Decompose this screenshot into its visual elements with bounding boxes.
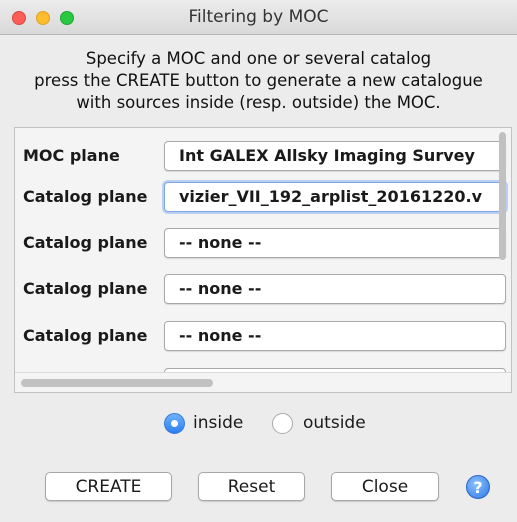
catalog-plane-label-1: Catalog plane: [23, 187, 148, 206]
outside-radio-label[interactable]: outside: [303, 413, 366, 433]
horizontal-scrollbar-thumb[interactable]: [21, 379, 213, 387]
reset-button[interactable]: Reset: [198, 472, 305, 501]
catalog-plane-value-1: vizier_VII_192_arplist_20161220.v: [179, 187, 482, 206]
instructions-line-1: Specify a MOC and one or several catalog: [85, 49, 432, 68]
outside-radio-button[interactable]: [272, 413, 293, 434]
catalog-plane-value-2: -- none --: [179, 233, 262, 252]
vertical-scrollbar[interactable]: [499, 132, 506, 260]
window-title: Filtering by MOC: [188, 7, 329, 27]
catalog-plane-label-4: Catalog plane: [23, 326, 148, 345]
catalog-plane-value-3: -- none --: [179, 279, 262, 298]
title-bar: Filtering by MOC: [0, 0, 517, 35]
catalog-plane-label-2: Catalog plane: [23, 233, 148, 252]
moc-plane-selector[interactable]: Int GALEX Allsky Imaging Survey: [164, 141, 506, 171]
horizontal-scrollbar-track[interactable]: [15, 372, 511, 392]
instructions-line-2: press the CREATE button to generate a ne…: [34, 71, 483, 90]
plane-selection-panel: MOC plane Int GALEX Allsky Imaging Surve…: [14, 127, 512, 393]
inside-radio-label[interactable]: inside: [193, 413, 243, 433]
instructions-line-3: with sources inside (resp. outside) the …: [76, 93, 441, 112]
catalog-plane-row-4: Catalog plane -- none --: [15, 318, 506, 358]
create-button[interactable]: CREATE: [45, 472, 172, 501]
moc-plane-label: MOC plane: [23, 146, 120, 165]
catalog-plane-selector-4[interactable]: -- none --: [164, 321, 506, 351]
instructions-text: Specify a MOC and one or several catalog…: [0, 48, 517, 114]
catalog-plane-row-3: Catalog plane -- none --: [15, 271, 506, 311]
catalog-plane-selector-1[interactable]: vizier_VII_192_arplist_20161220.v: [164, 182, 506, 212]
moc-plane-value: Int GALEX Allsky Imaging Survey: [179, 146, 475, 165]
catalog-plane-row-1: Catalog plane vizier_VII_192_arplist_201…: [15, 179, 506, 219]
close-button[interactable]: Close: [331, 472, 439, 501]
catalog-plane-selector-2[interactable]: -- none --: [164, 228, 506, 258]
catalog-plane-value-4: -- none --: [179, 326, 262, 345]
moc-plane-row: MOC plane Int GALEX Allsky Imaging Surve…: [15, 138, 506, 178]
catalog-plane-row-2: Catalog plane -- none --: [15, 225, 506, 265]
help-icon[interactable]: ?: [466, 475, 490, 499]
catalog-plane-selector-3[interactable]: -- none --: [164, 274, 506, 304]
inside-radio-button[interactable]: [164, 413, 185, 434]
catalog-plane-label-3: Catalog plane: [23, 279, 148, 298]
